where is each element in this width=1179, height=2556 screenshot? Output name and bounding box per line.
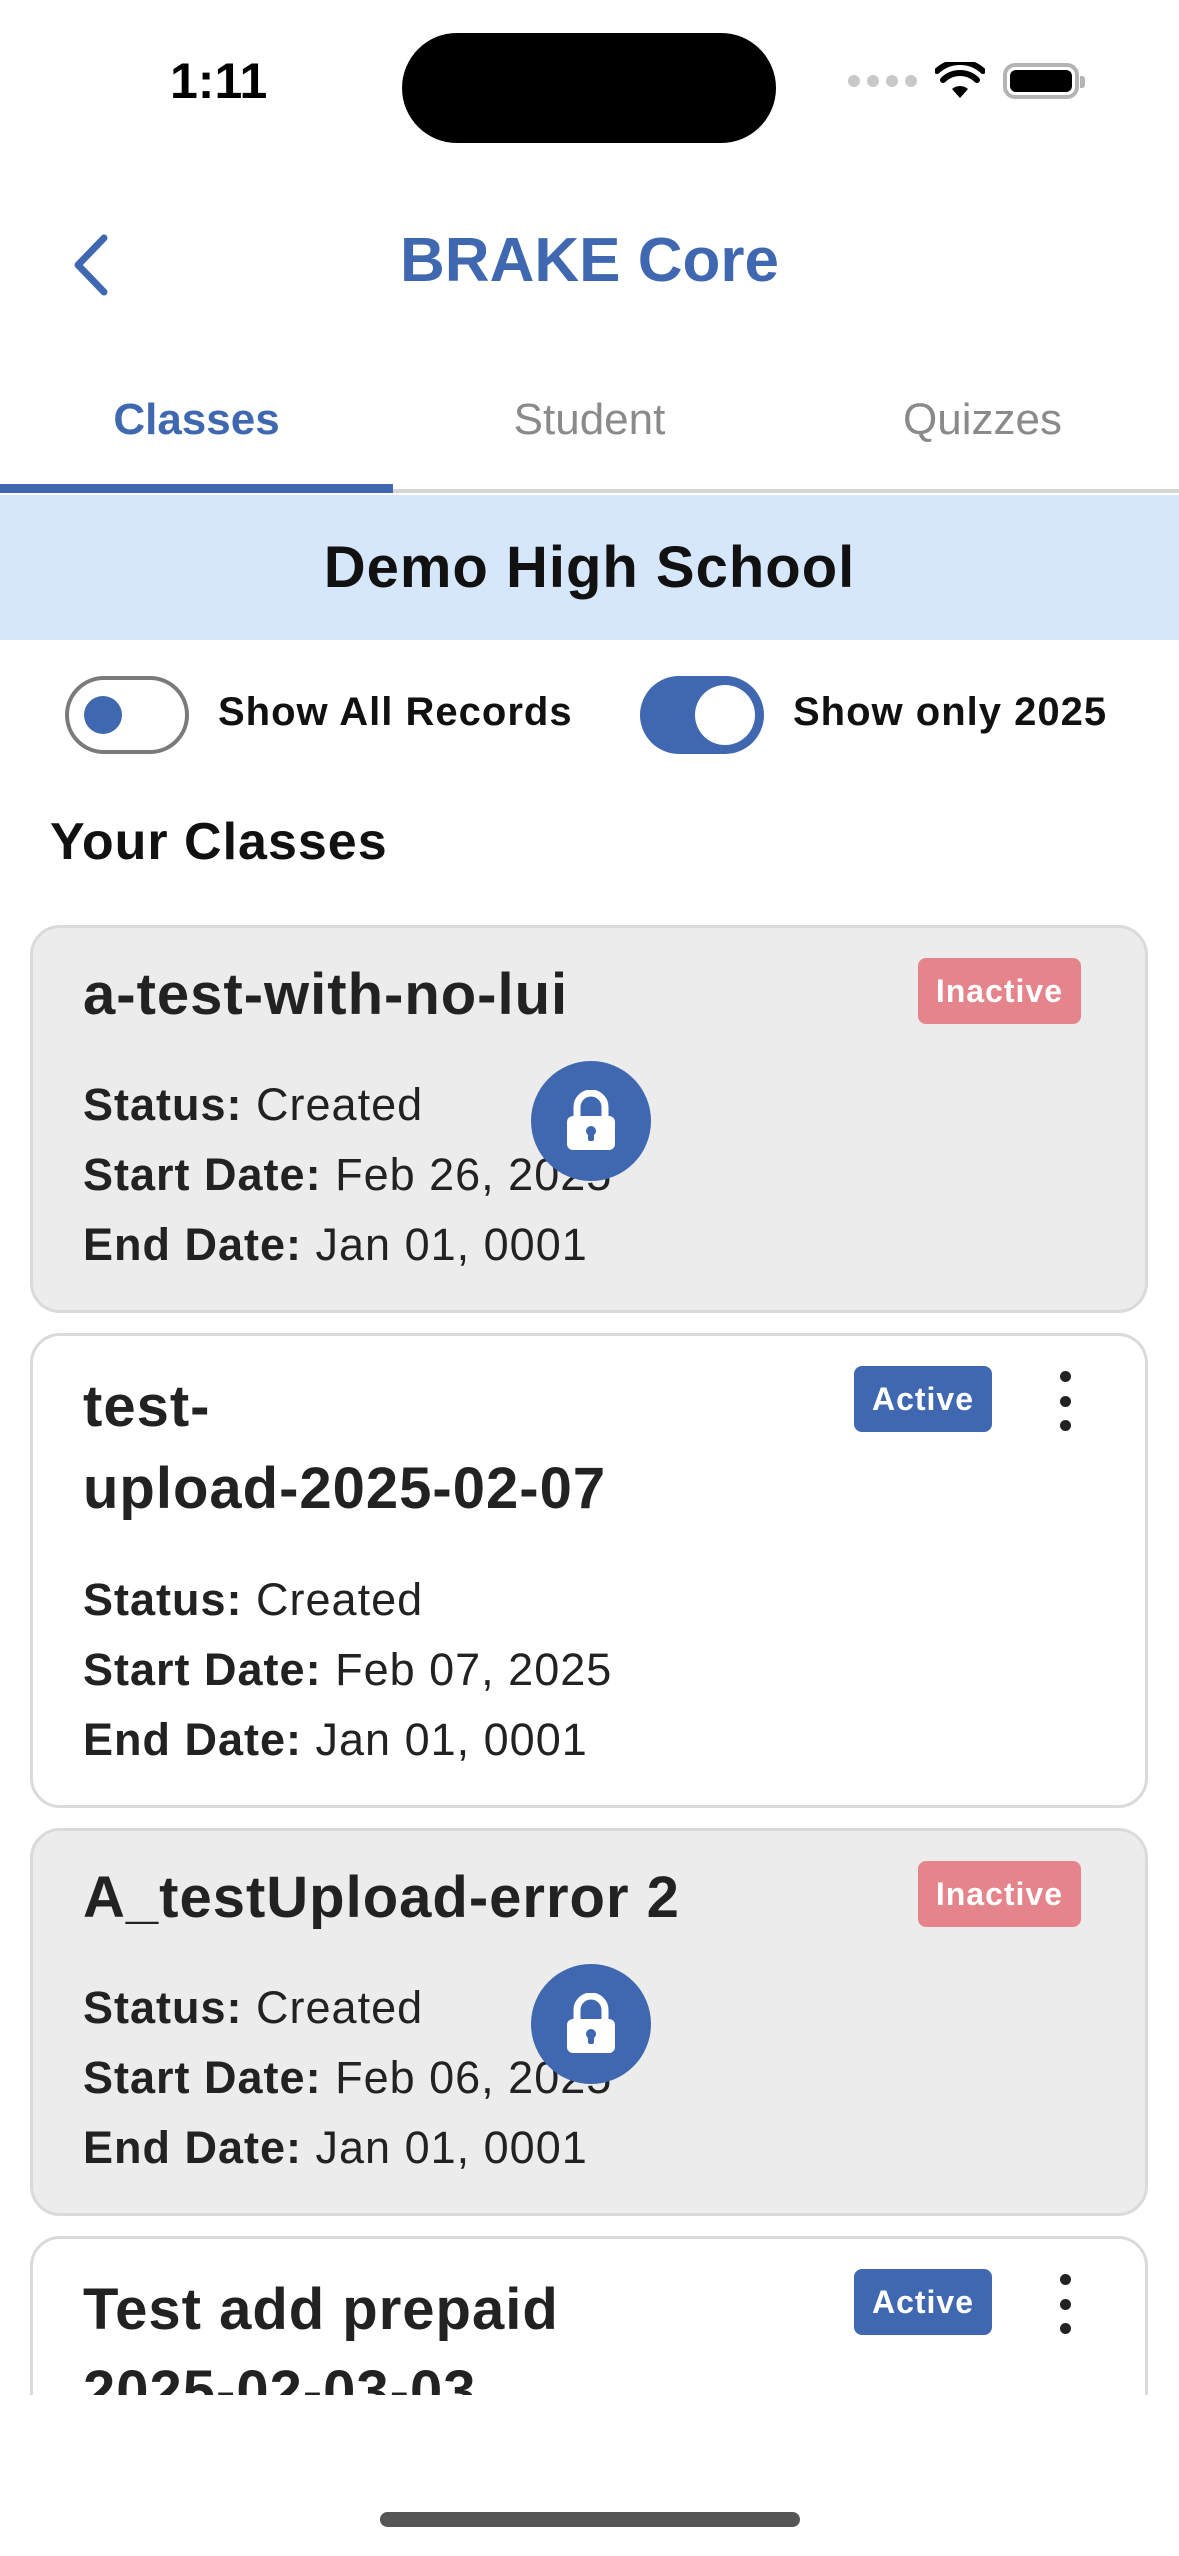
status-icons bbox=[848, 62, 1085, 100]
show-only-year-label: Show only 2025 bbox=[793, 690, 1108, 734]
tab-bar: Classes Student Quizzes bbox=[0, 350, 1179, 493]
class-card[interactable]: A_testUpload-error 2 Inactive Status: Cr… bbox=[30, 1828, 1148, 2216]
battery-icon bbox=[1003, 63, 1085, 99]
class-card[interactable]: test- upload-2025-02-07 Active Status: C… bbox=[30, 1333, 1148, 1808]
app-header: BRAKE Core bbox=[0, 175, 1179, 350]
class-name: a-test-with-no-lui bbox=[83, 962, 569, 1027]
class-status: Status: Created bbox=[83, 1574, 424, 1625]
class-start-date: Start Date: Feb 07, 2025 bbox=[83, 1644, 613, 1695]
page-title: BRAKE Core bbox=[400, 226, 779, 295]
class-name: A_testUpload-error 2 bbox=[83, 1865, 680, 1930]
class-name: test- upload-2025-02-07 bbox=[83, 1374, 607, 1521]
school-banner: Demo High School bbox=[0, 495, 1179, 640]
class-end-date: End Date: Jan 01, 0001 bbox=[83, 1714, 588, 1765]
lock-icon bbox=[531, 1061, 651, 1181]
status-bar: 1:11 bbox=[0, 0, 1179, 175]
class-card[interactable]: a-test-with-no-lui Inactive Status: Crea… bbox=[30, 925, 1148, 1313]
class-list[interactable]: a-test-with-no-lui Inactive Status: Crea… bbox=[0, 915, 1179, 2395]
more-options-button[interactable] bbox=[1045, 1371, 1085, 1431]
lock-icon bbox=[531, 1964, 651, 2084]
wifi-icon bbox=[935, 62, 985, 98]
section-title: Your Classes bbox=[50, 813, 388, 871]
home-indicator[interactable] bbox=[380, 2512, 800, 2527]
tab-quizzes[interactable]: Quizzes bbox=[786, 350, 1179, 489]
class-card[interactable]: Test add prepaid 2025-02-03-03 Active bbox=[30, 2236, 1148, 2395]
tab-student[interactable]: Student bbox=[393, 350, 786, 489]
show-only-year-toggle[interactable] bbox=[640, 676, 764, 754]
class-end-date: End Date: Jan 01, 0001 bbox=[83, 1219, 588, 1270]
class-status: Status: Created bbox=[83, 1079, 424, 1130]
filter-toggles: Show All Records Show only 2025 bbox=[0, 668, 1179, 762]
status-badge: Active bbox=[853, 1366, 992, 1432]
status-time: 1:11 bbox=[170, 53, 268, 109]
class-start-date: Start Date: Feb 26, 2025 bbox=[83, 1149, 613, 1200]
show-all-records-toggle[interactable] bbox=[65, 676, 189, 754]
class-end-date: End Date: Jan 01, 0001 bbox=[83, 2122, 588, 2173]
tab-classes[interactable]: Classes bbox=[0, 350, 393, 493]
cellular-signal-icon bbox=[848, 75, 917, 87]
class-name: Test add prepaid 2025-02-03-03 bbox=[83, 2277, 559, 2395]
status-badge: Active bbox=[853, 2269, 992, 2335]
class-start-date: Start Date: Feb 06, 2025 bbox=[83, 2052, 613, 2103]
status-badge: Inactive bbox=[917, 958, 1081, 1024]
show-all-records-label: Show All Records bbox=[218, 690, 573, 734]
status-badge: Inactive bbox=[917, 1861, 1081, 1927]
dynamic-island bbox=[402, 33, 776, 143]
class-status: Status: Created bbox=[83, 1982, 424, 2033]
more-options-button[interactable] bbox=[1045, 2274, 1085, 2334]
